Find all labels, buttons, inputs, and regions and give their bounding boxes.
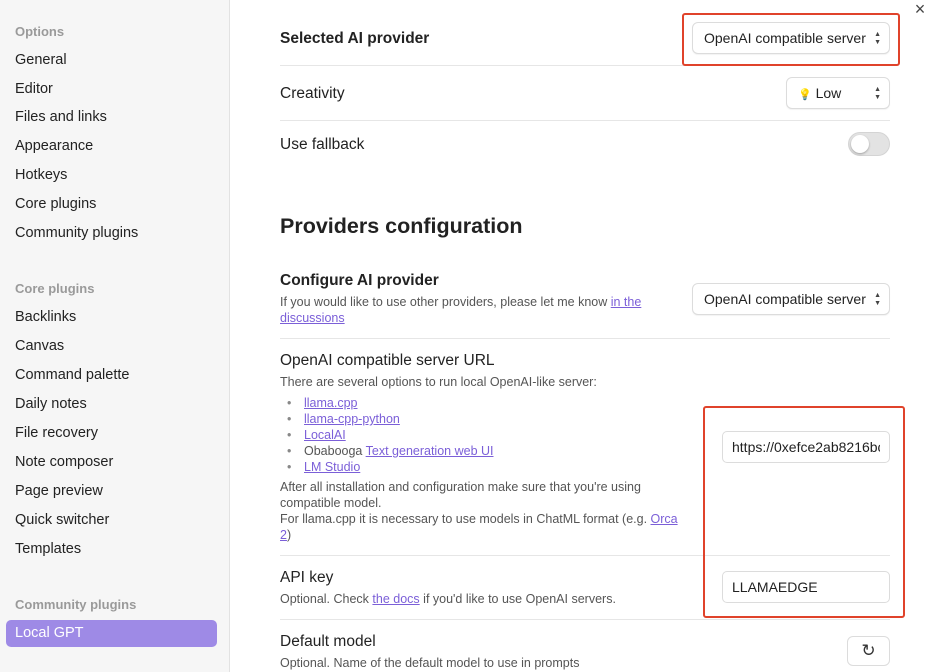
server-url-intro: There are several options to run local O… bbox=[280, 375, 597, 389]
server-url-notes: After all installation and configuration… bbox=[280, 480, 678, 542]
configure-provider-dropdown[interactable]: OpenAI compatible server ▲ ▼ bbox=[692, 283, 890, 315]
api-key-label: API key bbox=[280, 569, 334, 586]
configure-provider-label: Configure AI provider bbox=[280, 272, 439, 289]
sidebar-group-core-plugins: Core plugins bbox=[15, 281, 95, 296]
sidebar-group-community-plugins: Community plugins bbox=[15, 597, 137, 612]
sidebar-item-community-plugins[interactable]: Community plugins bbox=[6, 220, 217, 247]
sidebar-item-core-plugins[interactable]: Core plugins bbox=[6, 191, 217, 218]
divider bbox=[280, 120, 890, 121]
sidebar-item-local-gpt[interactable]: Local GPT bbox=[6, 620, 217, 647]
server-url-label: OpenAI compatible server URL bbox=[280, 352, 495, 369]
discussions-link[interactable]: discussions bbox=[280, 311, 345, 325]
sidebar-item-file-recovery[interactable]: File recovery bbox=[6, 420, 217, 447]
creativity-value: Low bbox=[815, 85, 842, 101]
refresh-icon: ↻ bbox=[861, 641, 876, 660]
server-options-list: llama.cpp llama-cpp-python LocalAI Obabo… bbox=[280, 395, 494, 475]
chevron-updown-icon: ▲ ▼ bbox=[874, 86, 881, 101]
creativity-label: Creativity bbox=[280, 85, 345, 102]
sidebar-item-files-and-links[interactable]: Files and links bbox=[6, 104, 217, 131]
divider bbox=[280, 619, 890, 620]
providers-configuration-heading: Providers configuration bbox=[280, 214, 523, 238]
localai-link[interactable]: LocalAI bbox=[304, 428, 346, 442]
llama-cpp-python-link[interactable]: llama-cpp-python bbox=[304, 412, 400, 426]
sidebar-item-page-preview[interactable]: Page preview bbox=[6, 478, 217, 505]
highlight-box-server-settings bbox=[703, 406, 905, 618]
discussions-link[interactable]: in the bbox=[611, 295, 642, 309]
creativity-dropdown[interactable]: 💡 Low ▲ ▼ bbox=[786, 77, 890, 109]
list-item: Obabooga Text generation web UI bbox=[280, 443, 494, 459]
default-model-label: Default model bbox=[280, 633, 376, 650]
list-item: llama-cpp-python bbox=[280, 411, 494, 427]
divider bbox=[280, 338, 890, 339]
selected-provider-label: Selected AI provider bbox=[280, 30, 430, 47]
sidebar-item-canvas[interactable]: Canvas bbox=[6, 333, 217, 360]
use-fallback-label: Use fallback bbox=[280, 136, 365, 153]
sidebar-item-backlinks[interactable]: Backlinks bbox=[6, 304, 217, 331]
sidebar-item-appearance[interactable]: Appearance bbox=[6, 133, 217, 160]
settings-sidebar: Options General Editor Files and links A… bbox=[0, 0, 230, 672]
orca-link[interactable]: 2 bbox=[280, 528, 287, 542]
configure-provider-value: OpenAI compatible server bbox=[704, 291, 866, 307]
refresh-models-button[interactable]: ↻ bbox=[847, 636, 890, 666]
use-fallback-toggle[interactable] bbox=[848, 132, 890, 156]
sidebar-item-quick-switcher[interactable]: Quick switcher bbox=[6, 507, 217, 534]
lightbulb-icon: 💡 bbox=[798, 89, 812, 101]
highlight-box-provider bbox=[682, 13, 900, 66]
sidebar-item-templates[interactable]: Templates bbox=[6, 536, 217, 563]
list-item: LocalAI bbox=[280, 427, 494, 443]
api-key-description: Optional. Check the docs if you'd like t… bbox=[280, 592, 616, 606]
default-model-description: Optional. Name of the default model to u… bbox=[280, 656, 580, 670]
sidebar-item-editor[interactable]: Editor bbox=[6, 76, 217, 103]
sidebar-group-options: Options bbox=[15, 24, 65, 39]
list-item: LM Studio bbox=[280, 459, 494, 475]
close-icon[interactable]: × bbox=[911, 0, 929, 18]
list-item: llama.cpp bbox=[280, 395, 494, 411]
llama-cpp-link[interactable]: llama.cpp bbox=[304, 396, 358, 410]
sidebar-item-daily-notes[interactable]: Daily notes bbox=[6, 391, 217, 418]
configure-provider-description: If you would like to use other providers… bbox=[280, 295, 642, 325]
docs-link[interactable]: the docs bbox=[372, 592, 419, 606]
sidebar-item-command-palette[interactable]: Command palette bbox=[6, 362, 217, 389]
text-generation-webui-link[interactable]: Text generation web UI bbox=[366, 444, 494, 458]
lm-studio-link[interactable]: LM Studio bbox=[304, 460, 360, 474]
toggle-knob bbox=[851, 135, 869, 153]
orca-link[interactable]: Orca bbox=[651, 512, 678, 526]
sidebar-item-hotkeys[interactable]: Hotkeys bbox=[6, 162, 217, 189]
settings-content: × Selected AI provider OpenAI compatible… bbox=[230, 0, 936, 672]
sidebar-item-note-composer[interactable]: Note composer bbox=[6, 449, 217, 476]
chevron-updown-icon: ▲ ▼ bbox=[874, 292, 881, 307]
sidebar-item-general[interactable]: General bbox=[6, 47, 217, 74]
